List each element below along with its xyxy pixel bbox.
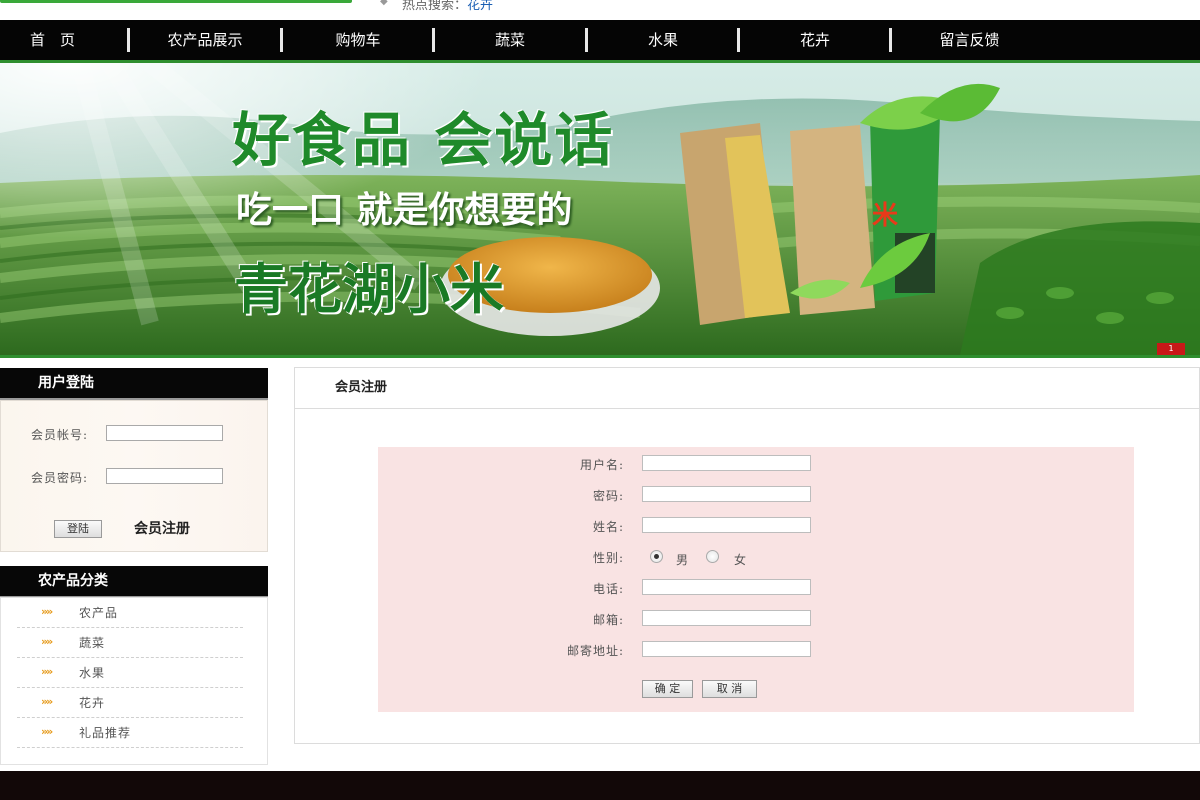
double-chevron-right-icon: »» [41,635,53,648]
category-item-agri[interactable]: »» 农产品 [17,598,243,628]
banner-accent-line [0,355,1200,358]
gender-male-label: 男 [676,553,689,567]
banner-slide-indicator[interactable]: 1 [1157,343,1185,355]
username-input[interactable] [642,455,811,471]
login-panel: 会员帐号: 会员密码: 登陆 会员注册 [0,400,268,552]
register-header: 会员注册 [295,368,1199,409]
cancel-button[interactable]: 取 消 [702,680,757,698]
hot-search-arrow-icon: ◆ [380,0,388,7]
nav-products[interactable]: 农产品展示 [130,20,280,60]
category-item-label: 农产品 [79,606,119,620]
double-chevron-right-icon: »» [41,725,53,738]
phone-input[interactable] [642,579,811,595]
gender-female-radio[interactable] [706,550,719,563]
nav-flowers[interactable]: 花卉 [740,20,890,60]
password-label: 会员密码: [31,471,89,485]
login-button[interactable]: 登陆 [54,520,102,538]
account-input[interactable] [106,425,223,441]
category-item-fruits[interactable]: »» 水果 [17,658,243,688]
gender-male-radio[interactable] [650,550,663,563]
register-link[interactable]: 会员注册 [134,518,190,538]
address-label: 邮寄地址: [566,644,624,658]
double-chevron-right-icon: »» [41,695,53,708]
username-label: 用户名: [579,458,624,472]
gender-label: 性别: [592,551,624,565]
hot-search-label: 热点搜索： [402,0,468,13]
phone-label: 电话: [592,582,624,596]
nav-cart[interactable]: 购物车 [283,20,433,60]
category-item-flowers[interactable]: »» 花卉 [17,688,243,718]
register-title: 会员注册 [335,380,388,395]
banner-product-name: 青花湖小米 [234,257,504,321]
category-panel: »» 农产品 »» 蔬菜 »» 水果 »» 花卉 »» 礼品推荐 [0,597,268,765]
banner-headline: 好食品 会说话 [232,106,615,174]
category-item-label: 水果 [79,666,106,680]
email-label: 邮箱: [592,613,624,627]
category-item-label: 花卉 [79,696,106,710]
hero-banner[interactable]: 好食品 会说话 吃一口 就是你想要的 青花湖小米 米 1 [0,63,1200,355]
hot-search: 热点搜索：花卉 [402,0,493,13]
nav-vegetables[interactable]: 蔬菜 [435,20,585,60]
category-item-vegetables[interactable]: »» 蔬菜 [17,628,243,658]
email-input[interactable] [642,610,811,626]
category-panel-header: 农产品分类 [0,566,268,598]
address-input[interactable] [642,641,811,657]
banner-bag-label: 米 [872,201,899,231]
reg-password-label: 密码: [592,489,624,503]
hot-search-keyword-link[interactable]: 花卉 [467,0,493,13]
nav-home[interactable]: 首 页 [0,20,105,60]
banner-subline: 吃一口 就是你想要的 [236,190,573,231]
register-form: 用户名: 密码: 姓名: 性别: 男 女 电话: 邮箱: 邮寄地址: 确 定 取… [378,447,1134,712]
top-strip: ◆ 热点搜索：花卉 [0,0,1200,20]
footer [0,771,1200,800]
main-nav: 首 页 农产品展示 购物车 蔬菜 水果 花卉 留言反馈 [0,20,1200,60]
reg-password-input[interactable] [642,486,811,502]
category-item-label: 蔬菜 [79,636,106,650]
login-panel-title: 用户登陆 [38,375,94,391]
category-panel-title: 农产品分类 [38,573,108,589]
category-item-gifts[interactable]: »» 礼品推荐 [17,718,243,748]
gender-female-label: 女 [734,553,747,567]
password-input[interactable] [106,468,223,484]
realname-label: 姓名: [592,520,624,534]
realname-input[interactable] [642,517,811,533]
register-section: 会员注册 用户名: 密码: 姓名: 性别: 男 女 电话: 邮箱: 邮寄地址: … [294,367,1200,744]
confirm-button[interactable]: 确 定 [642,680,693,698]
nav-fruits[interactable]: 水果 [588,20,738,60]
double-chevron-right-icon: »» [41,665,53,678]
nav-feedback[interactable]: 留言反馈 [892,20,1047,60]
category-item-label: 礼品推荐 [79,726,132,740]
top-accent-line [0,0,352,3]
login-panel-header: 用户登陆 [0,368,268,400]
account-label: 会员帐号: [31,428,89,442]
double-chevron-right-icon: »» [41,605,53,618]
